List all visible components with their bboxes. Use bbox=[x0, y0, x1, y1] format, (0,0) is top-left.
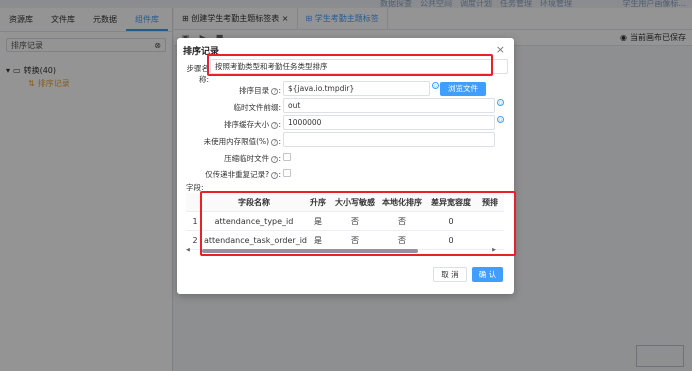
cancel-button[interactable]: 取 消 bbox=[433, 267, 467, 282]
sort-dir-field[interactable]: ${java.io.tmpdir} bbox=[283, 81, 430, 96]
help-icon: ? bbox=[271, 155, 279, 163]
highlight-box-step-name bbox=[207, 54, 493, 76]
variable-icon[interactable]: ◇ bbox=[497, 116, 504, 123]
scroll-left-icon[interactable]: ◀ bbox=[186, 247, 190, 253]
highlight-box-fields-table bbox=[200, 191, 516, 256]
temp-prefix-value: out bbox=[288, 101, 301, 110]
sort-dir-value: ${java.io.tmpdir} bbox=[288, 84, 355, 93]
help-icon: ? bbox=[271, 87, 279, 95]
temp-prefix-field[interactable]: out bbox=[283, 98, 495, 113]
confirm-button[interactable]: 确 认 bbox=[472, 267, 503, 282]
sort-dir-label: 排序目录 ?: bbox=[239, 86, 281, 95]
help-icon: ? bbox=[271, 121, 279, 129]
browse-file-button[interactable]: 浏览文件 bbox=[440, 82, 486, 96]
variable-icon[interactable]: ◇ bbox=[497, 99, 504, 106]
sort-cache-field[interactable]: 1000000 bbox=[283, 115, 495, 130]
variable-icon[interactable]: ◇ bbox=[432, 82, 439, 89]
compress-label: 压缩临时文件 ?: bbox=[224, 154, 281, 163]
temp-prefix-label: 临时文件前缀: bbox=[233, 103, 281, 112]
help-icon: ? bbox=[271, 138, 279, 146]
close-icon[interactable]: × bbox=[496, 43, 505, 56]
sort-cache-value: 1000000 bbox=[288, 118, 322, 127]
unique-label: 仅传递非重复记录? ?: bbox=[205, 170, 281, 179]
unique-checkbox[interactable] bbox=[283, 169, 291, 177]
sort-cache-label: 排序缓存大小 ?: bbox=[224, 120, 281, 129]
sort-records-dialog: 排序记录 × 步骤名称: 按照考勤类型和考勤任务类型排序 排序目录 ?: ${j… bbox=[177, 38, 516, 294]
help-icon: ? bbox=[271, 171, 279, 179]
step-name-label: 步骤名称: bbox=[186, 64, 210, 84]
mem-limit-field[interactable] bbox=[283, 132, 495, 147]
compress-checkbox[interactable] bbox=[283, 153, 291, 161]
mem-limit-label: 未使用内存限值(%) ?: bbox=[203, 137, 281, 146]
